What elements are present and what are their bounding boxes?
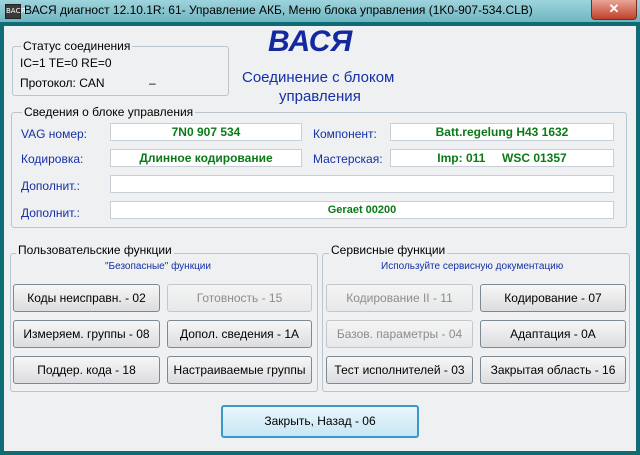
additional-info-button[interactable]: Допол. сведения - 1А xyxy=(167,320,312,348)
readiness-button[interactable]: Готовность - 15 xyxy=(167,284,312,312)
close-window-button[interactable]: ✕ xyxy=(591,0,637,20)
measuring-groups-button[interactable]: Измеряем. группы - 08 xyxy=(13,320,160,348)
title-bar[interactable]: ВАСЯ ВАСЯ диагност 12.10.1R: 61- Управле… xyxy=(0,0,640,22)
user-functions-label: Пользовательские функции xyxy=(16,243,174,257)
client-area: Статус соединения IC=1 TE=0 RE=0 Протоко… xyxy=(4,25,636,451)
code-support-button[interactable]: Поддер. кода - 18 xyxy=(13,356,160,384)
user-functions-note: "Безопасные" функции xyxy=(105,261,211,272)
adaptation-button[interactable]: Адаптация - 0А xyxy=(480,320,626,348)
basic-settings-button[interactable]: Базов. параметры - 04 xyxy=(326,320,473,348)
workshop-field: Imp: 011 WSC 01357 xyxy=(390,149,614,167)
app-window: ВАСЯ ВАСЯ диагност 12.10.1R: 61- Управле… xyxy=(0,0,640,455)
protocol-text: Протокол: CAN xyxy=(20,76,105,90)
coding-ii-button[interactable]: Кодирование II - 11 xyxy=(326,284,473,312)
connection-subtitle-line1: Соединение с блоком xyxy=(242,69,395,86)
app-icon: ВАСЯ xyxy=(5,4,25,19)
extra-info-2-field: Geraet 00200 xyxy=(110,201,614,219)
coding-label: Кодировка: xyxy=(21,152,84,166)
vag-number-label: VAG номер: xyxy=(21,127,88,141)
extra-info-2-label: Дополнит.: xyxy=(21,206,81,220)
extra-info-1-field xyxy=(110,175,614,193)
protocol-extra: – xyxy=(149,76,156,90)
vag-number-field: 7N0 907 534 xyxy=(110,123,302,141)
fault-codes-button[interactable]: Коды неисправн. - 02 xyxy=(13,284,160,312)
app-logo: ВАСЯ xyxy=(268,25,353,58)
coding-button[interactable]: Кодирование - 07 xyxy=(480,284,626,312)
workshop-label: Мастерская: xyxy=(313,152,383,166)
coding-field: Длинное кодирование xyxy=(110,149,302,167)
component-label: Компонент: xyxy=(313,127,377,141)
close-back-button[interactable]: Закрыть, Назад - 06 xyxy=(221,405,419,438)
connection-status-label: Статус соединения xyxy=(21,39,133,53)
secure-access-button[interactable]: Закрытая область - 16 xyxy=(480,356,626,384)
window-title: ВАСЯ диагност 12.10.1R: 61- Управление А… xyxy=(24,3,533,17)
component-field: Batt.regelung H43 1632 xyxy=(390,123,614,141)
connection-subtitle-line2: управления xyxy=(279,88,361,105)
extra-info-1-label: Дополнит.: xyxy=(21,179,81,193)
service-functions-note: Используйте сервисную документацию xyxy=(381,261,564,272)
controller-info-label: Сведения о блоке управления xyxy=(22,105,196,119)
output-tests-button[interactable]: Тест исполнителей - 03 xyxy=(326,356,473,384)
connection-counters: IC=1 TE=0 RE=0 xyxy=(20,56,112,70)
custom-groups-button[interactable]: Настраиваемые группы xyxy=(167,356,312,384)
service-functions-label: Сервисные функции xyxy=(329,243,448,257)
